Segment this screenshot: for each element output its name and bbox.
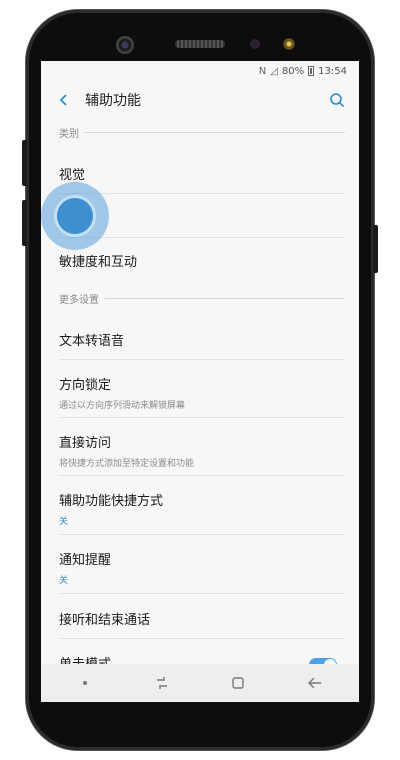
home-button[interactable] bbox=[218, 668, 258, 698]
list-item-vision[interactable]: 视觉 bbox=[59, 164, 345, 183]
list-item-dexterity[interactable]: 敏捷度和互动 bbox=[59, 251, 345, 270]
touch-indicator-core bbox=[54, 195, 96, 237]
back-button[interactable] bbox=[45, 81, 83, 119]
app-bar: 辅助功能 bbox=[41, 81, 359, 119]
screen: N ◿ 80% 13:54 辅助功能 类别 视觉 听觉 敏捷度和互动 bbox=[41, 61, 359, 702]
list-item-accessibility-shortcut[interactable]: 辅助功能快捷方式 关 bbox=[59, 490, 345, 527]
front-camera bbox=[116, 36, 134, 54]
earpiece-speaker bbox=[175, 40, 225, 48]
page-title: 辅助功能 bbox=[85, 93, 141, 109]
list-item-answer-end-calls[interactable]: 接听和结束通话 bbox=[59, 609, 345, 628]
section-header-more-settings: 更多设置 bbox=[59, 289, 345, 307]
power-button bbox=[373, 225, 378, 273]
list-item-direct-access[interactable]: 直接访问 将快捷方式添加至特定设置和功能 bbox=[59, 432, 345, 469]
recent-apps-icon bbox=[156, 677, 167, 689]
volume-down-button bbox=[22, 200, 27, 246]
volume-up-button bbox=[22, 140, 27, 186]
status-bar: N ◿ 80% 13:54 bbox=[41, 61, 359, 81]
list-item-tts[interactable]: 文本转语音 bbox=[59, 330, 345, 349]
chevron-left-icon bbox=[59, 94, 67, 106]
dot-icon bbox=[83, 681, 88, 685]
clock: 13:54 bbox=[318, 65, 347, 77]
battery-icon bbox=[308, 66, 315, 76]
signal-icon: ◿ bbox=[270, 65, 278, 77]
nfc-icon: N bbox=[258, 65, 267, 77]
home-icon bbox=[232, 677, 244, 689]
battery-percent: 80% bbox=[281, 65, 305, 77]
flash-sensor bbox=[283, 38, 295, 50]
search-button[interactable] bbox=[319, 82, 355, 118]
system-back-button[interactable] bbox=[295, 668, 335, 698]
proximity-sensor bbox=[250, 39, 260, 49]
nav-dot-button[interactable] bbox=[65, 668, 105, 698]
back-arrow-icon bbox=[307, 677, 321, 689]
list-item-direction-lock[interactable]: 方向锁定 通过以方向序列滑动来解锁屏幕 bbox=[59, 374, 345, 411]
list-item-notification-reminder[interactable]: 通知提醒 关 bbox=[59, 549, 345, 586]
search-icon bbox=[330, 93, 345, 108]
recent-apps-button[interactable] bbox=[142, 668, 182, 698]
navigation-bar bbox=[41, 664, 359, 702]
section-header-category: 类别 bbox=[59, 123, 345, 141]
